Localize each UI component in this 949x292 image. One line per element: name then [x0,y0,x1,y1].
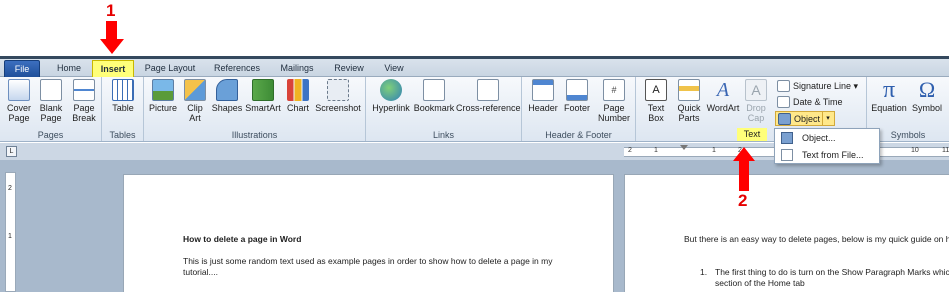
cover-page-button[interactable]: Cover Page [4,79,34,123]
globe-icon [380,79,402,101]
bookmark-icon [423,79,445,101]
tab-file[interactable]: File [4,60,40,77]
page-2-list-number: 1. [700,267,708,277]
ribbon-tabs: File Home Insert Page Layout References … [0,59,949,77]
step-1-label: 1 [106,1,116,20]
picture-button[interactable]: Picture [148,79,178,113]
omega-icon: Ω [918,77,936,102]
links-group: Hyperlink Bookmark Cross-reference Links [366,77,522,141]
tab-selector-icon[interactable]: L [6,146,17,157]
drop-cap-button[interactable]: A Drop Cap [740,79,772,123]
picture-icon [152,79,174,101]
object-button[interactable]: Object ▾ [775,111,836,126]
illustrations-group: Picture Clip Art Shapes SmartArt Chart S… [144,77,366,141]
page-number-icon: # [603,79,625,101]
text-box-button[interactable]: A Text Box [639,79,673,123]
pages-group-label: Pages [37,130,64,140]
pi-icon: π [882,77,896,103]
illustrations-group-label: Illustrations [231,130,278,140]
pages-group: Cover Page Blank Page Page Break Pages [0,77,102,141]
object-dropdown-menu: Object... Text from File... [774,128,880,164]
symbol-button[interactable]: Ω Symbol [909,77,945,114]
header-button[interactable]: Header [526,79,560,113]
first-line-indent-marker[interactable] [680,145,688,150]
wordart-button[interactable]: A WordArt [706,79,740,113]
document-page-1[interactable]: How to delete a page in Word This is jus… [123,174,614,292]
drop-cap-icon: A [745,79,767,101]
table-button[interactable]: Table [108,79,138,113]
screenshot-button[interactable]: Screenshot [314,79,362,113]
tab-mailings[interactable]: Mailings [274,60,320,77]
chart-icon [287,79,309,101]
document-page-2[interactable]: But there is an easy way to delete pages… [624,174,949,292]
tables-group: Table Tables [102,77,144,141]
page-1-body: This is just some random text used as ex… [183,256,553,277]
text-group-label: Text [737,128,767,141]
links-group-label: Links [432,130,454,140]
step-1-arrow-shaft [106,21,117,40]
screenshot-icon [327,79,349,101]
signature-line-button[interactable]: Signature Line ▾ [777,79,858,93]
bookmark-button[interactable]: Bookmark [413,79,455,113]
annotation-area: 1 [0,0,949,56]
step-2-label: 2 [738,191,748,210]
step-2-arrow-shaft [739,160,749,191]
object-dropdown-arrow-icon[interactable]: ▾ [822,112,833,125]
tab-view[interactable]: View [377,60,411,77]
page-1-heading: How to delete a page in Word [183,234,302,244]
object-icon [778,113,791,125]
calendar-icon [777,96,790,108]
date-time-button[interactable]: Date & Time [777,95,843,109]
smartart-icon [252,79,274,101]
quick-parts-icon [678,79,700,101]
header-icon [532,79,554,101]
cover-page-icon [8,79,30,101]
signature-line-icon [777,80,790,92]
shapes-button[interactable]: Shapes [211,79,243,113]
wordart-icon: A [716,79,730,101]
tab-review[interactable]: Review [329,60,369,77]
tab-insert[interactable]: Insert [92,60,134,77]
hyperlink-button[interactable]: Hyperlink [369,79,413,113]
cross-reference-icon [476,79,499,101]
clip-art-button[interactable]: Clip Art [182,79,208,123]
text-box-icon: A [645,79,667,101]
blank-page-button[interactable]: Blank Page [36,79,66,123]
object-icon [781,132,793,144]
tab-home[interactable]: Home [50,60,88,77]
page-2-list-line-2: section of the Home tab [715,278,805,288]
tab-page-layout[interactable]: Page Layout [140,60,200,77]
equation-button[interactable]: π Equation [869,77,909,113]
blank-page-icon [40,79,62,101]
quick-parts-button[interactable]: Quick Parts [673,79,705,123]
shapes-icon [216,79,238,101]
chart-button[interactable]: Chart [284,79,312,113]
footer-button[interactable]: Footer [561,79,593,113]
menu-item-text-from-file[interactable]: Text from File... [776,147,878,163]
page-break-icon [73,79,95,101]
clip-art-icon [184,79,206,101]
page-2-intro: But there is an easy way to delete pages… [684,234,949,244]
step-2-arrow-head [733,147,755,161]
step-1-arrow-head [100,39,124,54]
footer-icon [566,79,588,101]
page-2-list-line-1: The first thing to do is turn on the Sho… [715,267,949,277]
menu-item-object[interactable]: Object... [776,130,878,146]
text-file-icon [781,149,793,161]
vertical-ruler[interactable]: 2 1 [5,172,16,292]
page-number-button[interactable]: # Page Number [594,79,634,123]
cross-reference-button[interactable]: Cross-reference [456,79,521,113]
header-footer-group: Header Footer # Page Number Header & Foo… [522,77,636,141]
tables-group-label: Tables [109,130,136,140]
document-canvas: 2 1 How to delete a page in Word This is… [0,160,949,292]
smartart-button[interactable]: SmartArt [245,79,281,113]
header-footer-group-label: Header & Footer [545,130,612,140]
table-icon [112,79,134,101]
page-break-button[interactable]: Page Break [69,79,99,123]
tab-references[interactable]: References [208,60,266,77]
